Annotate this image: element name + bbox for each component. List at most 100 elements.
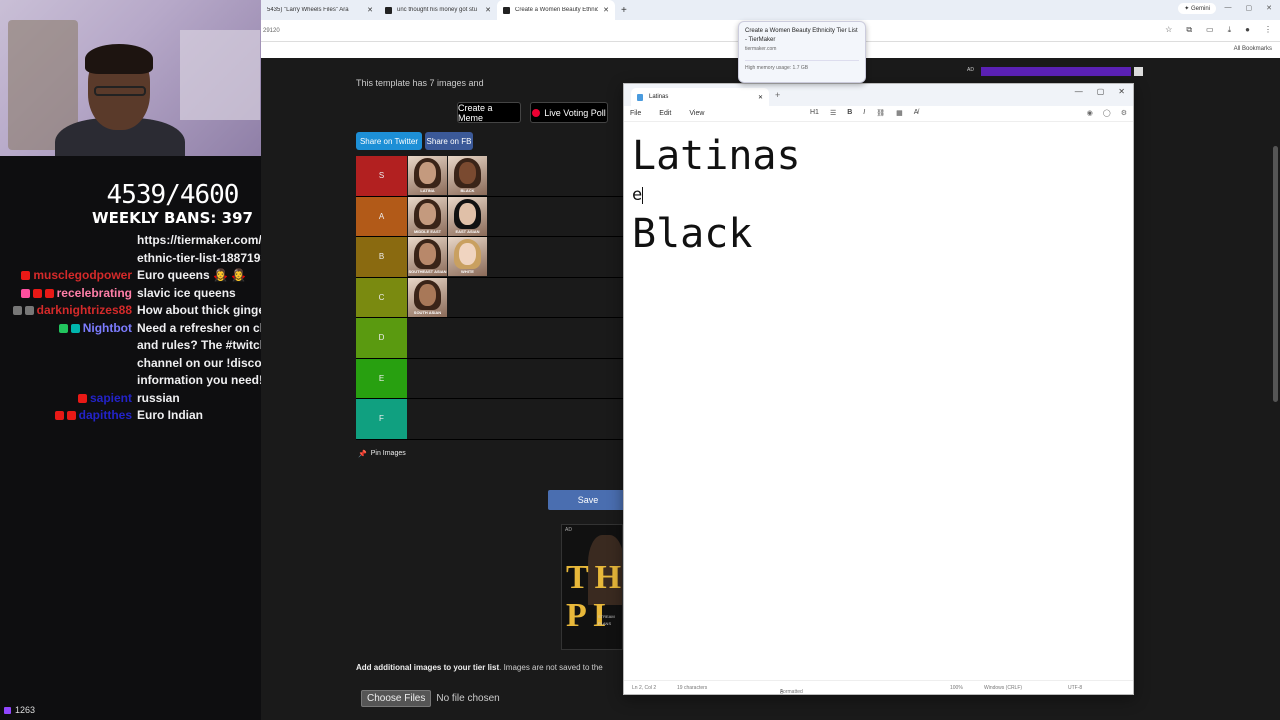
close-icon[interactable]: ✕ — [603, 6, 609, 14]
list-icon[interactable]: ☰ — [830, 109, 836, 117]
notepad-menubar: File Edit View H1 ☰ B I ⛓ ▦ A̸ ◉ ◯ ⚙ — [624, 106, 1133, 122]
ad-close-icon[interactable] — [1134, 67, 1143, 76]
menu-icon[interactable]: ⋮ — [1264, 25, 1272, 35]
badge-icon — [32, 288, 42, 298]
tier-label[interactable]: C — [356, 277, 407, 317]
streamer-glasses — [94, 86, 146, 96]
tab-larry-wheels[interactable]: 5435) "Larry Wheels Files" Ara ✕ — [261, 0, 379, 20]
pin-images-toggle[interactable]: 📌 Pin Images — [358, 450, 406, 458]
status-zoom[interactable]: 100% — [950, 685, 963, 691]
sidepanel-icon[interactable]: ▭ — [1206, 25, 1214, 35]
tab-strip: 5435) "Larry Wheels Files" Ara ✕ unc tho… — [261, 0, 1280, 20]
notepad-editor[interactable]: Latinas e Black — [632, 132, 801, 258]
chat-username[interactable]: sapient — [90, 390, 132, 408]
all-bookmarks-link[interactable]: All Bookmarks — [1234, 46, 1272, 52]
badge-icon — [24, 306, 34, 316]
gift-icon — [44, 288, 54, 298]
tier-image[interactable]: BLACK — [448, 156, 487, 195]
create-meme-button[interactable]: Create a Meme — [457, 102, 521, 123]
pin-icon: 📌 — [358, 451, 367, 458]
close-icon[interactable]: ✕ — [485, 6, 491, 14]
link-icon[interactable]: ⛓ — [876, 109, 885, 117]
table-icon[interactable]: ▦ — [896, 109, 903, 117]
choose-files-button[interactable]: Choose Files — [361, 690, 432, 707]
tier-image[interactable]: LATINA — [408, 156, 447, 195]
save-button[interactable]: Save — [548, 490, 628, 510]
clear-format-icon[interactable]: A̸ — [914, 109, 919, 117]
heading-dropdown[interactable]: H1 — [810, 109, 819, 117]
webcam-background-window — [180, 30, 260, 120]
viewer-count-value: 1263 — [15, 705, 36, 715]
tier-image[interactable]: EAST ASIAN — [448, 196, 487, 236]
tier-image[interactable]: WHITE — [448, 237, 487, 276]
hover-card-memory: High memory usage: 1.7 GB — [745, 60, 859, 71]
tier-image[interactable]: SOUTH ASIAN — [408, 277, 447, 317]
italic-icon[interactable]: I — [863, 109, 865, 117]
maximize-icon[interactable]: ▢ — [1097, 87, 1105, 96]
menu-edit[interactable]: Edit — [659, 110, 671, 117]
minimize-icon[interactable]: — — [1225, 4, 1232, 12]
close-window-icon[interactable]: ✕ — [1266, 4, 1272, 12]
tier-label[interactable]: D — [356, 318, 407, 358]
streamer-hair — [85, 44, 153, 74]
share-twitter-button[interactable]: Share on Twitter — [356, 132, 422, 150]
bold-icon[interactable]: B — [847, 109, 852, 117]
hover-card-host: tiermaker.com — [745, 46, 777, 52]
ad-label: AD — [565, 527, 572, 533]
top-ad-bar[interactable]: AD — [967, 67, 1143, 76]
tier-label[interactable]: A — [356, 196, 407, 236]
tier-label[interactable]: S — [356, 156, 407, 196]
close-icon[interactable]: ✕ — [367, 6, 373, 14]
chat-username[interactable]: musclegodpower — [33, 267, 132, 285]
badge-icon — [12, 306, 22, 316]
notepad-window: Latinas ✕ + — ▢ ✕ File Edit View H1 ☰ B … — [623, 83, 1134, 695]
tab-unc-money[interactable]: unc thought his money got stu ✕ — [379, 0, 497, 20]
status-eol[interactable]: Windows (CRLF) — [984, 685, 1022, 691]
page-scrollbar[interactable] — [1273, 146, 1278, 402]
new-tab-button[interactable]: + — [615, 5, 633, 16]
tier-image[interactable]: MIDDLE EAST — [408, 196, 447, 236]
viewer-count: 1263 — [4, 705, 35, 715]
new-tab-button[interactable]: + — [775, 90, 780, 100]
notepad-titlebar: Latinas ✕ + — ▢ ✕ — [624, 84, 1133, 106]
verified-icon — [58, 323, 68, 333]
tier-list: S LATINA BLACK A MIDDLE EAST EAST ASIAN … — [356, 156, 624, 440]
tab-hover-card: Create a Women Beauty Ethnicity Tier Lis… — [738, 21, 866, 83]
tier-image[interactable]: SOUTHEAST ASIAN — [408, 237, 447, 276]
tier-row-a: A MIDDLE EAST EAST ASIAN — [356, 196, 624, 237]
notepad-tab[interactable]: Latinas ✕ — [631, 88, 769, 106]
chat-username[interactable]: Nightbot — [83, 320, 132, 338]
copilot-icon[interactable]: ◉ — [1087, 109, 1093, 117]
extensions-icon[interactable]: ⧉ — [1186, 25, 1192, 35]
tier-row-b: B SOUTHEAST ASIAN WHITE — [356, 237, 624, 278]
minimize-icon[interactable]: — — [1075, 87, 1083, 96]
chat-username[interactable]: recelebrating — [57, 285, 132, 303]
live-voting-poll-button[interactable]: Live Voting Poll — [530, 102, 608, 123]
menu-view[interactable]: View — [689, 110, 704, 117]
gemini-button[interactable]: ✦ Gemini — [1178, 3, 1216, 14]
ad-subtext: STREAM PLANS — [598, 614, 615, 626]
menu-file[interactable]: File — [630, 110, 641, 117]
download-icon[interactable]: ⤓ — [1228, 25, 1232, 35]
close-icon[interactable]: ✕ — [758, 94, 763, 101]
tier-label[interactable]: B — [356, 237, 407, 277]
tab-tiermaker[interactable]: Create a Women Beauty Ethnic ✕ — [497, 0, 615, 20]
tier-label[interactable]: E — [356, 358, 407, 398]
maximize-icon[interactable]: ▢ — [1246, 4, 1253, 12]
chat-username[interactable]: darknightrizes88 — [37, 302, 132, 320]
address-text: 29120 — [263, 27, 280, 34]
chat-username[interactable]: dapitthes — [79, 407, 132, 425]
bookmark-star-icon[interactable]: ☆ — [1165, 25, 1172, 35]
share-facebook-button[interactable]: Share on FB — [425, 132, 473, 150]
tier-label[interactable]: F — [356, 399, 407, 439]
editor-line-current: e — [632, 185, 644, 205]
profile-avatar[interactable]: ● — [1245, 25, 1250, 35]
close-window-icon[interactable]: ✕ — [1118, 87, 1125, 96]
notepad-window-controls: — ▢ ✕ — [1075, 87, 1125, 96]
ad-banner[interactable]: AD THE PI STREAM PLANS — [561, 524, 623, 650]
settings-icon[interactable]: ⚙ — [1121, 109, 1127, 117]
status-encoding[interactable]: UTF-8 — [1068, 685, 1082, 691]
badge-icon — [66, 411, 76, 421]
moderator-icon — [70, 323, 80, 333]
account-icon[interactable]: ◯ — [1103, 109, 1111, 117]
